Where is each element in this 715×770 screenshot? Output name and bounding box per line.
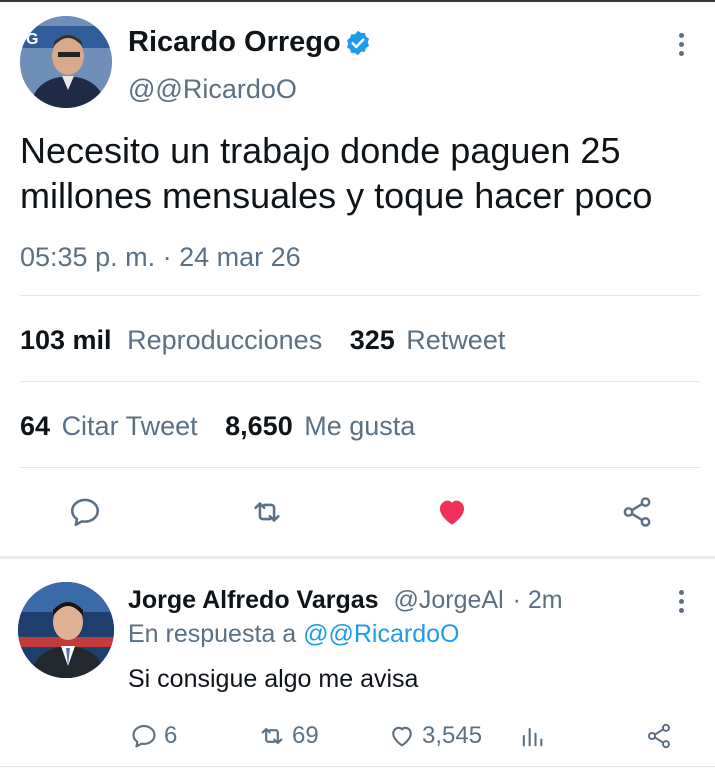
views-label[interactable]: Reproducciones [127, 325, 322, 355]
reply-like-button[interactable]: 3,545 [388, 722, 482, 750]
share-icon [647, 723, 671, 749]
divider [20, 381, 700, 382]
reply-reply-button[interactable]: 6 [130, 722, 177, 750]
reply-icon[interactable] [68, 495, 102, 529]
section-divider [0, 556, 715, 559]
quotes-label[interactable]: Citar Tweet [62, 411, 198, 441]
svg-text:G: G [26, 31, 38, 48]
reply-retweet-button[interactable]: 69 [258, 722, 319, 750]
retweet-icon[interactable] [250, 495, 284, 529]
retweet-icon [261, 727, 283, 745]
heart-outline-icon [392, 726, 412, 747]
reply-analytics-button[interactable] [518, 722, 546, 750]
reply-share-button[interactable] [645, 722, 673, 750]
stats-row-views-retweets: 103 mil Reproducciones 325 Retweet [20, 325, 505, 356]
views-count[interactable]: 103 mil [20, 325, 112, 355]
reply-text: Si consigue algo me avisa [128, 665, 419, 693]
tweet-timestamp[interactable]: 05:35 p. m. · 24 mar 26 [20, 242, 301, 273]
reply-replies-count: 6 [164, 722, 178, 749]
reply-header: Jorge Alfredo Vargas @JorgeAl · 2m [128, 586, 563, 615]
author-handle[interactable]: @@RicardoO [128, 74, 297, 105]
replying-to-prefix: En respuesta a [128, 620, 297, 648]
quotes-count[interactable]: 64 [20, 411, 50, 441]
replying-to-handle[interactable]: @@RicardoO [303, 620, 459, 648]
reply-author-handle[interactable]: @JorgeAl [394, 586, 504, 614]
reply-icon [132, 725, 156, 748]
stats-row-quotes-likes: 64 Citar Tweet 8,650 Me gusta [20, 411, 415, 442]
author-avatar[interactable]: G [20, 16, 112, 108]
author-name[interactable]: Ricardo Orrego [128, 26, 341, 59]
retweets-label[interactable]: Retweet [406, 325, 505, 355]
tweet-text: Necesito un trabajo donde paguen 25 mill… [20, 130, 653, 216]
likes-count[interactable]: 8,650 [225, 411, 293, 441]
likes-label[interactable]: Me gusta [304, 411, 415, 441]
reply-retweets-count: 69 [292, 722, 319, 749]
share-icon[interactable] [620, 495, 654, 529]
heart-icon[interactable] [435, 495, 469, 529]
top-border [0, 0, 715, 2]
replying-to: En respuesta a @@RicardoO [128, 620, 459, 649]
reply-author-avatar[interactable] [18, 582, 114, 678]
more-options-icon[interactable] [677, 33, 685, 61]
reply-likes-count: 3,545 [422, 722, 483, 749]
bottom-divider [0, 766, 715, 767]
reply-author-name[interactable]: Jorge Alfredo Vargas [128, 586, 379, 614]
divider [20, 295, 700, 296]
reply-time[interactable]: · 2m [513, 586, 563, 614]
retweets-count[interactable]: 325 [350, 325, 395, 355]
divider [20, 467, 700, 468]
reply-more-options-icon[interactable] [677, 590, 685, 618]
verified-badge-icon [347, 30, 369, 56]
analytics-icon [522, 727, 543, 747]
